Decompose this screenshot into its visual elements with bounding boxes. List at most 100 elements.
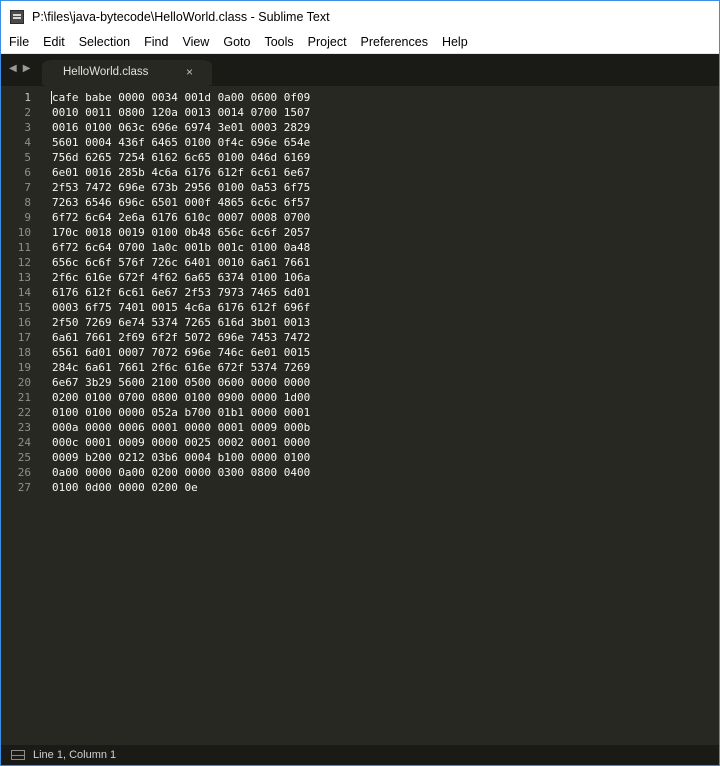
line-text[interactable]: 0003 6f75 7401 0015 4c6a 6176 612f 696f bbox=[52, 300, 310, 315]
line-text[interactable]: 0200 0100 0700 0800 0100 0900 0000 1d00 bbox=[52, 390, 310, 405]
tab-label: HelloWorld.class bbox=[63, 66, 149, 78]
line-text[interactable]: cafe babe 0000 0034 001d 0a00 0600 0f09 bbox=[52, 90, 310, 105]
sublime-window: P:\files\java-bytecode\HelloWorld.class … bbox=[0, 0, 720, 766]
code-line[interactable]: 6 6e01 0016 285b 4c6a 6176 612f 6c61 6e67 bbox=[1, 165, 719, 180]
code-line[interactable]: 16 2f50 7269 6e74 5374 7265 616d 3b01 001… bbox=[1, 315, 719, 330]
tab-helloworld-class[interactable]: HelloWorld.class × bbox=[45, 60, 209, 86]
line-text[interactable]: 2f53 7472 696e 673b 2956 0100 0a53 6f75 bbox=[52, 180, 310, 195]
code-line[interactable]: 2 0010 0011 0800 120a 0013 0014 0700 1507 bbox=[1, 105, 719, 120]
code-line[interactable]: 12 656c 6c6f 576f 726c 6401 0010 6a61 766… bbox=[1, 255, 719, 270]
line-text[interactable]: 0a00 0000 0a00 0200 0000 0300 0800 0400 bbox=[52, 465, 310, 480]
code-line[interactable]: 21 0200 0100 0700 0800 0100 0900 0000 1d0… bbox=[1, 390, 719, 405]
menu-goto[interactable]: Goto bbox=[216, 32, 257, 53]
code-line[interactable]: 4 5601 0004 436f 6465 0100 0f4c 696e 654e bbox=[1, 135, 719, 150]
line-text[interactable]: 0100 0100 0000 052a b700 01b1 0000 0001 bbox=[52, 405, 310, 420]
line-number: 25 bbox=[17, 451, 31, 464]
code-line[interactable]: 10 170c 0018 0019 0100 0b48 656c 6c6f 205… bbox=[1, 225, 719, 240]
code-line[interactable]: 17 6a61 7661 2f69 6f2f 5072 696e 7453 747… bbox=[1, 330, 719, 345]
code-line[interactable]: 26 0a00 0000 0a00 0200 0000 0300 0800 040… bbox=[1, 465, 719, 480]
menu-file[interactable]: File bbox=[1, 32, 36, 53]
code-line[interactable]: 11 6f72 6c64 0700 1a0c 001b 001c 0100 0a4… bbox=[1, 240, 719, 255]
menu-tools[interactable]: Tools bbox=[257, 32, 300, 53]
menu-find[interactable]: Find bbox=[137, 32, 175, 53]
line-text[interactable]: 0016 0100 063c 696e 6974 3e01 0003 2829 bbox=[52, 120, 310, 135]
tab-nav: ◀ ▶ bbox=[9, 63, 30, 75]
line-text[interactable]: 284c 6a61 7661 2f6c 616e 672f 5374 7269 bbox=[52, 360, 310, 375]
line-number: 21 bbox=[17, 391, 31, 404]
code-line[interactable]: 22 0100 0100 0000 052a b700 01b1 0000 000… bbox=[1, 405, 719, 420]
line-text[interactable]: 6176 612f 6c61 6e67 2f53 7973 7465 6d01 bbox=[52, 285, 310, 300]
line-number: 3 bbox=[24, 121, 31, 134]
line-number: 10 bbox=[17, 226, 31, 239]
line-text[interactable]: 7263 6546 696c 6501 000f 4865 6c6c 6f57 bbox=[52, 195, 310, 210]
menu-view[interactable]: View bbox=[175, 32, 216, 53]
code-line[interactable]: 5 756d 6265 7254 6162 6c65 0100 046d 6169 bbox=[1, 150, 719, 165]
chevron-right-icon[interactable]: ▶ bbox=[23, 63, 31, 75]
line-number: 8 bbox=[24, 196, 31, 209]
menu-preferences[interactable]: Preferences bbox=[354, 32, 435, 53]
line-number: 1 bbox=[24, 91, 31, 104]
line-number: 24 bbox=[17, 436, 31, 449]
code-line[interactable]: 20 6e67 3b29 5600 2100 0500 0600 0000 000… bbox=[1, 375, 719, 390]
line-text[interactable]: 0009 b200 0212 03b6 0004 b100 0000 0100 bbox=[52, 450, 310, 465]
code-line[interactable]: 13 2f6c 616e 672f 4f62 6a65 6374 0100 106… bbox=[1, 270, 719, 285]
line-number: 18 bbox=[17, 346, 31, 359]
window-title: P:\files\java-bytecode\HelloWorld.class … bbox=[32, 9, 330, 24]
line-number: 20 bbox=[17, 376, 31, 389]
code-line[interactable]: 7 2f53 7472 696e 673b 2956 0100 0a53 6f75 bbox=[1, 180, 719, 195]
line-text[interactable]: 000a 0000 0006 0001 0000 0001 0009 000b bbox=[52, 420, 310, 435]
panel-toggle-icon[interactable] bbox=[11, 750, 25, 760]
line-text[interactable]: 756d 6265 7254 6162 6c65 0100 046d 6169 bbox=[52, 150, 310, 165]
line-number: 11 bbox=[17, 241, 31, 254]
line-number: 9 bbox=[24, 211, 31, 224]
line-text[interactable]: 2f50 7269 6e74 5374 7265 616d 3b01 0013 bbox=[52, 315, 310, 330]
code-line[interactable]: 3 0016 0100 063c 696e 6974 3e01 0003 2829 bbox=[1, 120, 719, 135]
line-number: 13 bbox=[17, 271, 31, 284]
line-text[interactable]: 0100 0d00 0000 0200 0e bbox=[52, 480, 198, 495]
line-text[interactable]: 6561 6d01 0007 7072 696e 746c 6e01 0015 bbox=[52, 345, 310, 360]
code-line[interactable]: 19 284c 6a61 7661 2f6c 616e 672f 5374 726… bbox=[1, 360, 719, 375]
menu-selection[interactable]: Selection bbox=[72, 32, 137, 53]
cursor-position: Line 1, Column 1 bbox=[33, 749, 117, 761]
line-number: 15 bbox=[17, 301, 31, 314]
code-line[interactable]: 23 000a 0000 0006 0001 0000 0001 0009 000… bbox=[1, 420, 719, 435]
line-number: 5 bbox=[24, 151, 31, 164]
line-text[interactable]: 170c 0018 0019 0100 0b48 656c 6c6f 2057 bbox=[52, 225, 310, 240]
code-line[interactable]: 18 6561 6d01 0007 7072 696e 746c 6e01 001… bbox=[1, 345, 719, 360]
line-number: 4 bbox=[24, 136, 31, 149]
line-text[interactable]: 6f72 6c64 0700 1a0c 001b 001c 0100 0a48 bbox=[52, 240, 310, 255]
code-line[interactable]: 24 000c 0001 0009 0000 0025 0002 0001 000… bbox=[1, 435, 719, 450]
code-line[interactable]: 14 6176 612f 6c61 6e67 2f53 7973 7465 6d0… bbox=[1, 285, 719, 300]
line-text[interactable]: 000c 0001 0009 0000 0025 0002 0001 0000 bbox=[52, 435, 310, 450]
code-line[interactable]: 25 0009 b200 0212 03b6 0004 b100 0000 010… bbox=[1, 450, 719, 465]
line-text[interactable]: 2f6c 616e 672f 4f62 6a65 6374 0100 106a bbox=[52, 270, 310, 285]
line-text[interactable]: 656c 6c6f 576f 726c 6401 0010 6a61 7661 bbox=[52, 255, 310, 270]
menu-help[interactable]: Help bbox=[435, 32, 475, 53]
code-line[interactable]: 9 6f72 6c64 2e6a 6176 610c 0007 0008 0700 bbox=[1, 210, 719, 225]
line-number: 23 bbox=[17, 421, 31, 434]
close-icon[interactable]: × bbox=[186, 65, 193, 79]
line-number: 17 bbox=[17, 331, 31, 344]
status-bar: Line 1, Column 1 bbox=[1, 745, 719, 765]
menu-project[interactable]: Project bbox=[301, 32, 354, 53]
chevron-left-icon[interactable]: ◀ bbox=[9, 63, 17, 75]
line-number: 12 bbox=[17, 256, 31, 269]
code-line[interactable]: 8 7263 6546 696c 6501 000f 4865 6c6c 6f57 bbox=[1, 195, 719, 210]
line-text[interactable]: 6e67 3b29 5600 2100 0500 0600 0000 0000 bbox=[52, 375, 310, 390]
editor-area[interactable]: 1 cafe babe 0000 0034 001d 0a00 0600 0f09… bbox=[1, 86, 719, 745]
code-line[interactable]: 15 0003 6f75 7401 0015 4c6a 6176 612f 696… bbox=[1, 300, 719, 315]
menu-edit[interactable]: Edit bbox=[36, 32, 72, 53]
line-number: 16 bbox=[17, 316, 31, 329]
line-number: 27 bbox=[17, 481, 31, 494]
code-line[interactable]: 27 0100 0d00 0000 0200 0e bbox=[1, 480, 719, 495]
line-text[interactable]: 5601 0004 436f 6465 0100 0f4c 696e 654e bbox=[52, 135, 310, 150]
line-text[interactable]: 6a61 7661 2f69 6f2f 5072 696e 7453 7472 bbox=[52, 330, 310, 345]
line-text[interactable]: 0010 0011 0800 120a 0013 0014 0700 1507 bbox=[52, 105, 310, 120]
title-bar: P:\files\java-bytecode\HelloWorld.class … bbox=[1, 1, 719, 32]
line-number: 26 bbox=[17, 466, 31, 479]
line-number: 22 bbox=[17, 406, 31, 419]
line-text[interactable]: 6e01 0016 285b 4c6a 6176 612f 6c61 6e67 bbox=[52, 165, 310, 180]
code-line[interactable]: 1 cafe babe 0000 0034 001d 0a00 0600 0f09 bbox=[1, 90, 719, 105]
line-text[interactable]: 6f72 6c64 2e6a 6176 610c 0007 0008 0700 bbox=[52, 210, 310, 225]
line-number: 19 bbox=[17, 361, 31, 374]
